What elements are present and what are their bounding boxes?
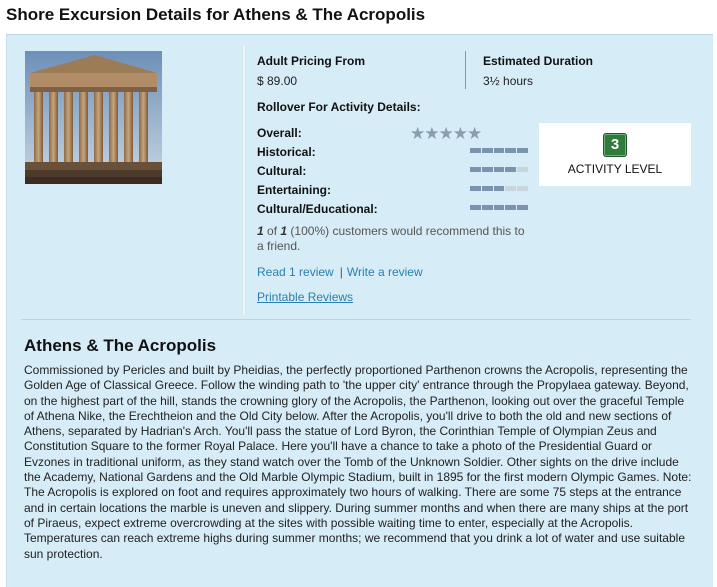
- pricing-value: $ 89.00: [257, 74, 298, 88]
- rating-segment: [470, 205, 481, 210]
- rating-segment: [493, 148, 505, 153]
- activity-level-badge: 3: [603, 133, 627, 157]
- rating-segment: [517, 167, 528, 172]
- star-icon: ★: [424, 124, 439, 143]
- rating-bar-entertaining[interactable]: [470, 186, 528, 191]
- activity-level-label: ACTIVITY LEVEL: [567, 162, 663, 176]
- read-review-link[interactable]: Read 1 review: [257, 265, 334, 279]
- rating-historical-label[interactable]: Historical:: [257, 145, 316, 159]
- review-link-separator: |: [339, 265, 343, 279]
- rating-overall-label[interactable]: Overall:: [257, 126, 302, 140]
- summary-separator: [465, 51, 466, 89]
- write-review-link[interactable]: Write a review: [347, 265, 423, 279]
- rating-segment: [517, 148, 528, 153]
- recommend-sentence: (100%) customers would recommend this to…: [257, 224, 525, 253]
- rating-bar-cultural-educational[interactable]: [470, 205, 528, 210]
- rating-segment: [493, 167, 505, 172]
- rating-segment: [481, 167, 493, 172]
- rating-segment: [505, 148, 517, 153]
- rating-bar-cultural[interactable]: [470, 167, 528, 172]
- star-icon: ★: [410, 124, 425, 143]
- pricing-block: Adult Pricing From $ 89.00: [257, 54, 365, 88]
- recommend-count: 1: [257, 224, 264, 238]
- rating-segment: [481, 148, 493, 153]
- recommend-of: of: [267, 224, 278, 238]
- duration-label: Estimated Duration: [483, 54, 594, 68]
- star-icon: ★: [467, 124, 482, 143]
- rating-segment: [505, 186, 517, 191]
- rating-segment: [505, 167, 517, 172]
- star-icon: ★: [452, 124, 468, 143]
- star-icon: ★: [438, 124, 454, 143]
- rating-entertaining-label[interactable]: Entertaining:: [257, 183, 331, 197]
- section-divider: [21, 319, 691, 320]
- rating-segment: [517, 205, 528, 210]
- duration-block: Estimated Duration 3½ hours: [483, 54, 593, 88]
- overall-star-rating[interactable]: ★★★★★: [410, 124, 482, 143]
- recommend-total: 1: [280, 224, 288, 238]
- rating-bar-historical[interactable]: [470, 148, 528, 153]
- excursion-description: Commissioned by Pericles and built by Ph…: [24, 363, 692, 561]
- rating-segment: [481, 205, 493, 210]
- page-title: Shore Excursion Details for Athens & The…: [6, 5, 426, 24]
- rating-segment: [493, 186, 505, 191]
- duration-value: 3½ hours: [483, 74, 534, 88]
- recommend-text: 1 of 1 (100%) customers would recommend …: [257, 224, 532, 254]
- printable-reviews-link[interactable]: Printable Reviews: [257, 290, 353, 304]
- rating-cultural-educational-label[interactable]: Cultural/Educational:: [257, 202, 378, 216]
- rating-segment: [505, 205, 517, 210]
- rating-segment: [517, 186, 528, 191]
- activity-level-box: 3 ACTIVITY LEVEL: [539, 123, 691, 186]
- rollover-label: Rollover For Activity Details:: [257, 100, 421, 114]
- rating-segment: [470, 186, 481, 191]
- excursion-panel: Adult Pricing From $ 89.00 Estimated Dur…: [6, 34, 713, 587]
- rating-segment: [470, 167, 481, 172]
- excursion-title: Athens & The Acropolis: [24, 336, 217, 355]
- review-links: Read 1 review | Write a review: [257, 265, 423, 279]
- rating-segment: [470, 148, 481, 153]
- parthenon-photo: [25, 51, 162, 184]
- rating-segment: [481, 186, 493, 191]
- rating-segment: [493, 205, 505, 210]
- pricing-label: Adult Pricing From: [257, 54, 365, 68]
- vertical-divider: [242, 45, 246, 315]
- rating-cultural-label[interactable]: Cultural:: [257, 164, 306, 178]
